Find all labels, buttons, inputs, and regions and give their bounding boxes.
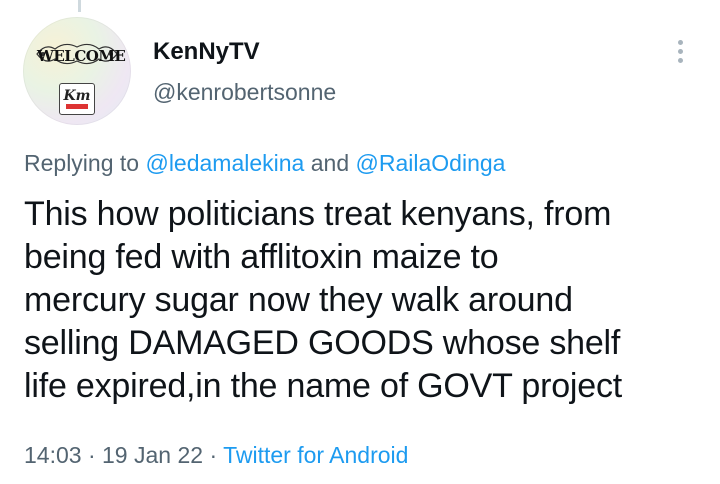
meta-separator: ·	[87, 442, 96, 468]
more-options-icon-dot	[677, 48, 683, 54]
meta-separator: ·	[209, 442, 218, 468]
tweet-text: This how politicians treat kenyans, from…	[24, 193, 704, 408]
avatar-logo-bar	[66, 104, 88, 109]
avatar-banner-text: WELCOME	[37, 47, 126, 65]
mention-link-ledamalekina[interactable]: @ledamalekina	[145, 150, 304, 176]
mention-link-railaodinga[interactable]: @RailaOdinga	[356, 150, 506, 176]
more-options-icon-dot	[677, 57, 683, 63]
avatar-logo: Km	[59, 83, 95, 115]
tweet-meta: 14:03 · 19 Jan 22 · Twitter for Android	[24, 441, 408, 469]
author-handle[interactable]: @kenrobertsonne	[153, 78, 336, 106]
more-options-button[interactable]	[664, 34, 696, 68]
avatar[interactable]: WELCOME Km	[23, 17, 131, 125]
tweet-text-line: mercury sugar now they walk around	[24, 281, 573, 319]
tweet-text-line: being fed with afflitoxin maize to	[24, 238, 499, 276]
replying-to-conjunction: and	[310, 150, 350, 176]
thread-connector-line	[78, 0, 81, 12]
replying-to-context: Replying to @ledamalekina and @RailaOdin…	[24, 149, 505, 177]
replying-to-prefix: Replying to	[24, 150, 140, 176]
avatar-logo-text: Km	[63, 88, 91, 104]
tweet-text-line: This how politicians treat kenyans, from	[24, 195, 612, 233]
tweet-time[interactable]: 14:03	[24, 442, 82, 468]
tweet-date[interactable]: 19 Jan 22	[102, 442, 203, 468]
tweet-source-link[interactable]: Twitter for Android	[223, 442, 408, 468]
tweet-text-line: selling DAMAGED GOODS whose shelf	[24, 324, 621, 362]
tweet-text-line: life expired,in the name of GOVT project	[24, 367, 623, 405]
more-options-icon	[677, 39, 683, 45]
author-display-name[interactable]: KenNyTV	[153, 38, 260, 66]
